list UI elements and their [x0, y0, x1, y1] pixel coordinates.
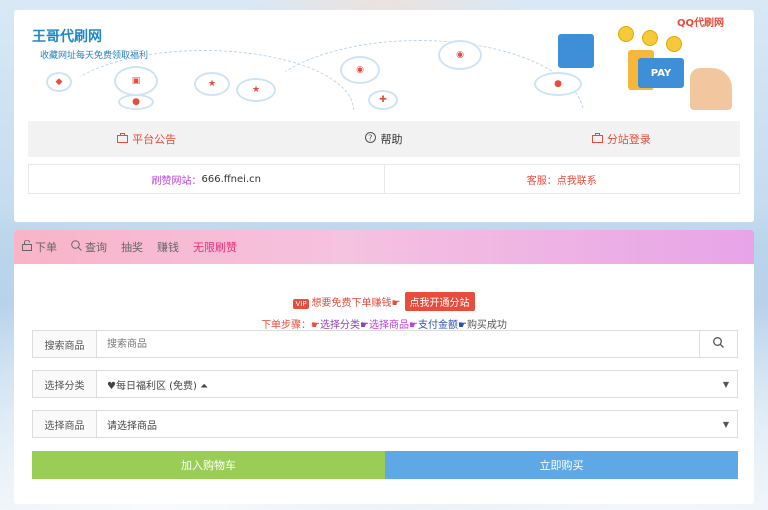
caret-down-icon: ▼	[722, 379, 729, 389]
chat-icon: ●	[534, 72, 582, 96]
logo: QQ代刷网	[676, 18, 724, 29]
star-icon: ★	[236, 78, 276, 102]
help-link[interactable]: ? 帮助	[265, 131, 502, 147]
tab-unlimited-label: 无限刷赞	[193, 241, 237, 254]
hand-icon	[690, 68, 732, 110]
search-input[interactable]	[97, 331, 699, 357]
diamond-icon: ◆	[46, 72, 72, 92]
badge-icon: ●	[118, 94, 154, 110]
pay-card-icon: PAY	[638, 58, 684, 88]
tab-lottery[interactable]: 抽奖	[121, 239, 143, 255]
tab-earn[interactable]: 赚钱	[157, 239, 179, 255]
promo-line: VIP 想要免费下单赚钱☛ 点我开通分站	[14, 292, 754, 311]
substation-login-link[interactable]: 分站登录	[503, 131, 740, 147]
top-nav: 平台公告 ? 帮助 分站登录	[28, 121, 740, 157]
tab-order[interactable]: 下单	[22, 239, 57, 255]
search-row: 搜索商品	[32, 330, 738, 358]
substation-login-label: 分站登录	[606, 133, 651, 146]
banner: 王哥代刷网 收藏网址每天免费领取福利 ◆ ▣ ● ★ ★ ◉ ✚ ◉ ● PAY…	[14, 10, 754, 110]
star-icon: ★	[194, 72, 230, 96]
category-select[interactable]: ♥每日福利区 (免费) ⏶ ▼	[97, 371, 737, 397]
tab-query[interactable]: 查询	[71, 239, 107, 255]
product-row: 选择商品 请选择商品 ▼	[32, 410, 738, 438]
product-select[interactable]: 请选择商品 ▼	[97, 411, 737, 437]
site-info: 刷赞网站： 666.ffnei.cn	[29, 165, 384, 193]
search-icon	[71, 240, 82, 254]
arrow-icon: ☛	[391, 298, 401, 309]
lock-icon	[22, 239, 32, 254]
tab-query-label: 查询	[85, 241, 107, 254]
info-bar: 刷赞网站： 666.ffnei.cn 客服： 点我联系	[28, 164, 740, 194]
site-value: 666.ffnei.cn	[201, 173, 261, 185]
calculator-icon	[558, 34, 594, 68]
decor-arc	[254, 40, 584, 110]
order-steps: 下单步骤：☛选择分类☛选择商品☛支付金额☛购买成功	[14, 316, 754, 331]
svg-text:?: ?	[369, 134, 373, 143]
gift-icon: ✚	[368, 90, 398, 110]
announcement-label: 平台公告	[132, 133, 177, 146]
service-info: 客服： 点我联系	[383, 165, 740, 193]
coin-icon	[642, 30, 658, 46]
open-substation-button[interactable]: 点我开通分站	[404, 292, 475, 311]
header-card: 王哥代刷网 收藏网址每天免费领取福利 ◆ ▣ ● ★ ★ ◉ ✚ ◉ ● PAY…	[14, 10, 754, 222]
promo-text: 想要免费下单赚钱	[311, 298, 392, 309]
search-button[interactable]	[699, 331, 737, 357]
qq-icon: ◉	[438, 40, 482, 70]
category-label: 选择分类	[33, 371, 97, 397]
tab-unlimited[interactable]: 无限刷赞	[193, 239, 237, 255]
tab-earn-label: 赚钱	[157, 241, 179, 254]
search-label: 搜索商品	[33, 331, 97, 357]
category-row: 选择分类 ♥每日福利区 (免费) ⏶ ▼	[32, 370, 738, 398]
action-buttons: 加入购物车 立即购买	[32, 451, 738, 479]
tab-order-label: 下单	[35, 241, 57, 254]
tab-lottery-label: 抽奖	[121, 241, 143, 254]
contact-link[interactable]: 点我联系	[557, 172, 597, 187]
search-icon	[713, 337, 724, 351]
tab-bar: 下单 查询 抽奖 赚钱 无限刷赞	[14, 230, 754, 264]
category-value: ♥每日福利区 (免费) ⏶	[107, 380, 209, 392]
briefcase-icon	[117, 132, 129, 146]
product-label: 选择商品	[33, 411, 97, 437]
site-label: 刷赞网站：	[151, 175, 202, 187]
add-to-cart-button[interactable]: 加入购物车	[32, 451, 385, 479]
announcement-link[interactable]: 平台公告	[28, 131, 265, 147]
badge-icon: ▣	[114, 66, 158, 96]
product-value: 请选择商品	[107, 420, 157, 432]
help-label: 帮助	[380, 133, 403, 146]
caret-down-icon: ▼	[722, 419, 729, 429]
penguin-icon: ◉	[340, 56, 380, 84]
site-title: 王哥代刷网	[32, 29, 102, 45]
coin-icon	[666, 36, 682, 52]
briefcase-icon	[591, 132, 603, 146]
vip-badge: VIP	[293, 299, 309, 309]
coin-icon	[618, 26, 634, 42]
service-label: 客服：	[526, 175, 557, 187]
order-card: 下单 查询 抽奖 赚钱 无限刷赞 VIP 想要免费下单赚钱☛ 点我开通分站 下单步骤…	[14, 230, 754, 504]
question-icon: ?	[365, 132, 377, 146]
buy-now-button[interactable]: 立即购买	[385, 451, 738, 479]
